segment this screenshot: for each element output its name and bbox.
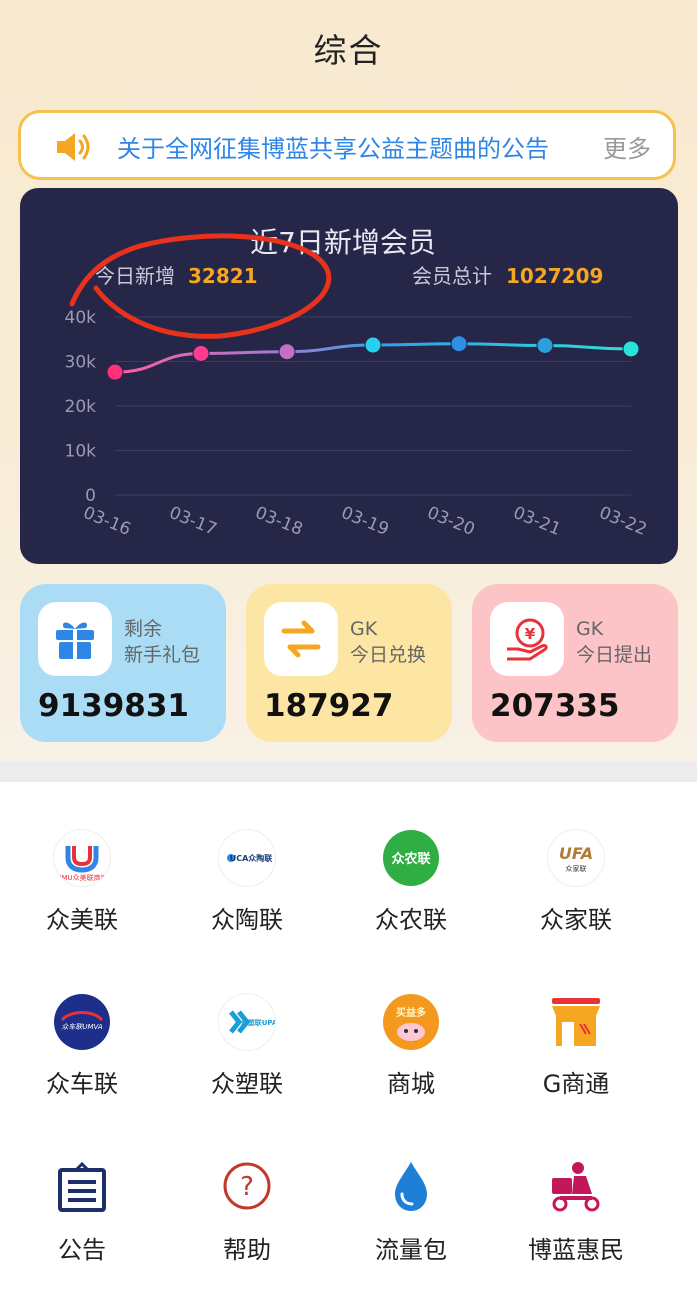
chart-card: 近7日新增会员 今日新增 32821 会员总计 1027209 0 10k 20k 3…	[20, 188, 678, 564]
svg-text:?: ?	[240, 1172, 254, 1202]
data-point	[278, 343, 296, 361]
stat-card-gift[interactable]: 剩余 新手礼包 9139831	[20, 584, 226, 742]
withdraw-icon: ¥	[490, 602, 564, 676]
data-point	[192, 344, 210, 362]
data-point	[450, 335, 468, 353]
notice-bar[interactable]: 关于全网征集博蓝共享公益主题曲的公告 更多	[18, 110, 676, 180]
data-point	[364, 336, 382, 354]
svg-text:众塑联UPA: 众塑联UPA	[241, 1018, 275, 1027]
section-divider	[0, 762, 697, 782]
x-tick-label: 03-19	[338, 503, 391, 540]
data-point	[536, 336, 554, 354]
svg-text:UCA众陶联: UCA众陶联	[230, 853, 273, 863]
total-label: 会员总计	[412, 264, 492, 288]
menu-label: 博蓝惠民	[528, 1236, 624, 1264]
menu-label: 众车联	[46, 1070, 118, 1098]
more-link[interactable]: 更多	[603, 129, 651, 164]
menu-item-mall[interactable]: 买益多 商城	[336, 994, 486, 1124]
svg-text:¥: ¥	[525, 625, 536, 643]
menu-label: 众家联	[540, 906, 612, 934]
menu-item-zhongsulian[interactable]: 众塑联UPA 众塑联	[172, 994, 322, 1124]
zhongchelian-logo-icon: 众车联UMVA	[54, 994, 110, 1050]
help-icon: ?	[219, 1160, 275, 1216]
stat-label-1: GK	[350, 618, 378, 640]
menu-label: 公告	[58, 1236, 106, 1264]
y-tick-label: 30k	[65, 353, 97, 373]
menu-item-data-pack[interactable]: 流量包	[336, 1160, 486, 1290]
menu-item-zhongjialian[interactable]: UFA 众家联 众家联	[501, 830, 651, 960]
zhongmeilian-logo-icon: UMU众美联商城	[54, 830, 110, 886]
menu-label: 众农联	[375, 906, 447, 934]
stat-label-1: GK	[576, 618, 604, 640]
menu-item-zhongtaolian[interactable]: UCA众陶联 众陶联	[172, 830, 322, 960]
menu-item-gshangtong[interactable]: G商通	[501, 994, 651, 1124]
zhongnonglian-logo-icon: 众农联	[383, 830, 439, 886]
svg-text:UMU众美联商城: UMU众美联商城	[56, 873, 107, 882]
gift-icon	[38, 602, 112, 676]
stat-value: 9139831	[38, 688, 189, 724]
menu-item-bolan-huimin[interactable]: 博蓝惠民	[501, 1160, 651, 1290]
menu-label: 帮助	[223, 1236, 271, 1264]
x-tick-label: 03-20	[424, 503, 477, 540]
svg-text:买益多: 买益多	[396, 1006, 426, 1019]
stat-value: 207335	[490, 688, 620, 724]
storefront-icon	[548, 994, 604, 1050]
stat-label-2: 今日兑换	[350, 644, 427, 666]
menu-label: 流量包	[375, 1236, 447, 1264]
menu-item-zhongnonglian[interactable]: 众农联 众农联	[336, 830, 486, 960]
x-tick-label: 03-18	[252, 503, 305, 540]
announcement-icon	[54, 1160, 110, 1216]
menu-item-help[interactable]: ? 帮助	[172, 1160, 322, 1290]
menu-item-announcement[interactable]: 公告	[7, 1160, 157, 1290]
delivery-scooter-icon	[548, 1160, 604, 1216]
menu-item-zhongchelian[interactable]: 众车联UMVA 众车联	[7, 994, 157, 1124]
x-tick-label: 03-17	[166, 503, 219, 540]
page-title: 综合	[313, 31, 384, 70]
x-tick-label: 03-22	[596, 503, 649, 540]
stat-card-withdraw[interactable]: ¥ GK 今日提出 207335	[472, 584, 678, 742]
svg-text:UFA: UFA	[559, 844, 593, 863]
mall-icon: 买益多	[383, 994, 439, 1050]
menu-item-zhongmeilian[interactable]: UMU众美联商城 众美联	[7, 830, 157, 960]
menu-label: 众美联	[46, 906, 118, 934]
total-value: 1027209	[506, 264, 603, 288]
x-tick-label: 03-21	[510, 503, 563, 540]
new-members-chart: 近7日新增会员 今日新增 32821 会员总计 1027209 010k20k3…	[65, 226, 650, 540]
data-point	[622, 340, 640, 358]
stat-label-1: 剩余	[124, 618, 163, 640]
speaker-icon	[55, 130, 95, 168]
data-drop-icon	[383, 1160, 439, 1216]
today-value: 32821	[188, 264, 258, 288]
menu-label: G商通	[542, 1070, 610, 1098]
menu-label: 众塑联	[211, 1070, 283, 1098]
x-tick-label: 03-16	[80, 503, 133, 540]
menu-label: 众陶联	[211, 906, 283, 934]
stat-label-2: 新手礼包	[124, 644, 201, 666]
zhongsulian-logo-icon: 众塑联UPA	[219, 994, 275, 1050]
data-point	[106, 363, 124, 381]
zhongtaolian-logo-icon: UCA众陶联	[219, 830, 275, 886]
menu-label: 商城	[387, 1070, 435, 1098]
svg-text:众车联UMVA: 众车联UMVA	[61, 1023, 102, 1031]
notice-text[interactable]: 关于全网征集博蓝共享公益主题曲的公告	[117, 129, 549, 164]
zhongjialian-logo-icon: UFA 众家联	[548, 830, 604, 886]
y-tick-label: 20k	[65, 397, 97, 417]
exchange-icon	[264, 602, 338, 676]
svg-text:众家联: 众家联	[566, 864, 587, 873]
today-label: 今日新增	[95, 264, 175, 288]
y-tick-label: 40k	[65, 308, 97, 328]
y-tick-label: 10k	[65, 442, 97, 462]
stat-label-2: 今日提出	[576, 644, 653, 666]
svg-text:众农联: 众农联	[391, 851, 430, 867]
stat-card-exchange[interactable]: GK 今日兑换 187927	[246, 584, 452, 742]
stat-value: 187927	[264, 688, 394, 724]
